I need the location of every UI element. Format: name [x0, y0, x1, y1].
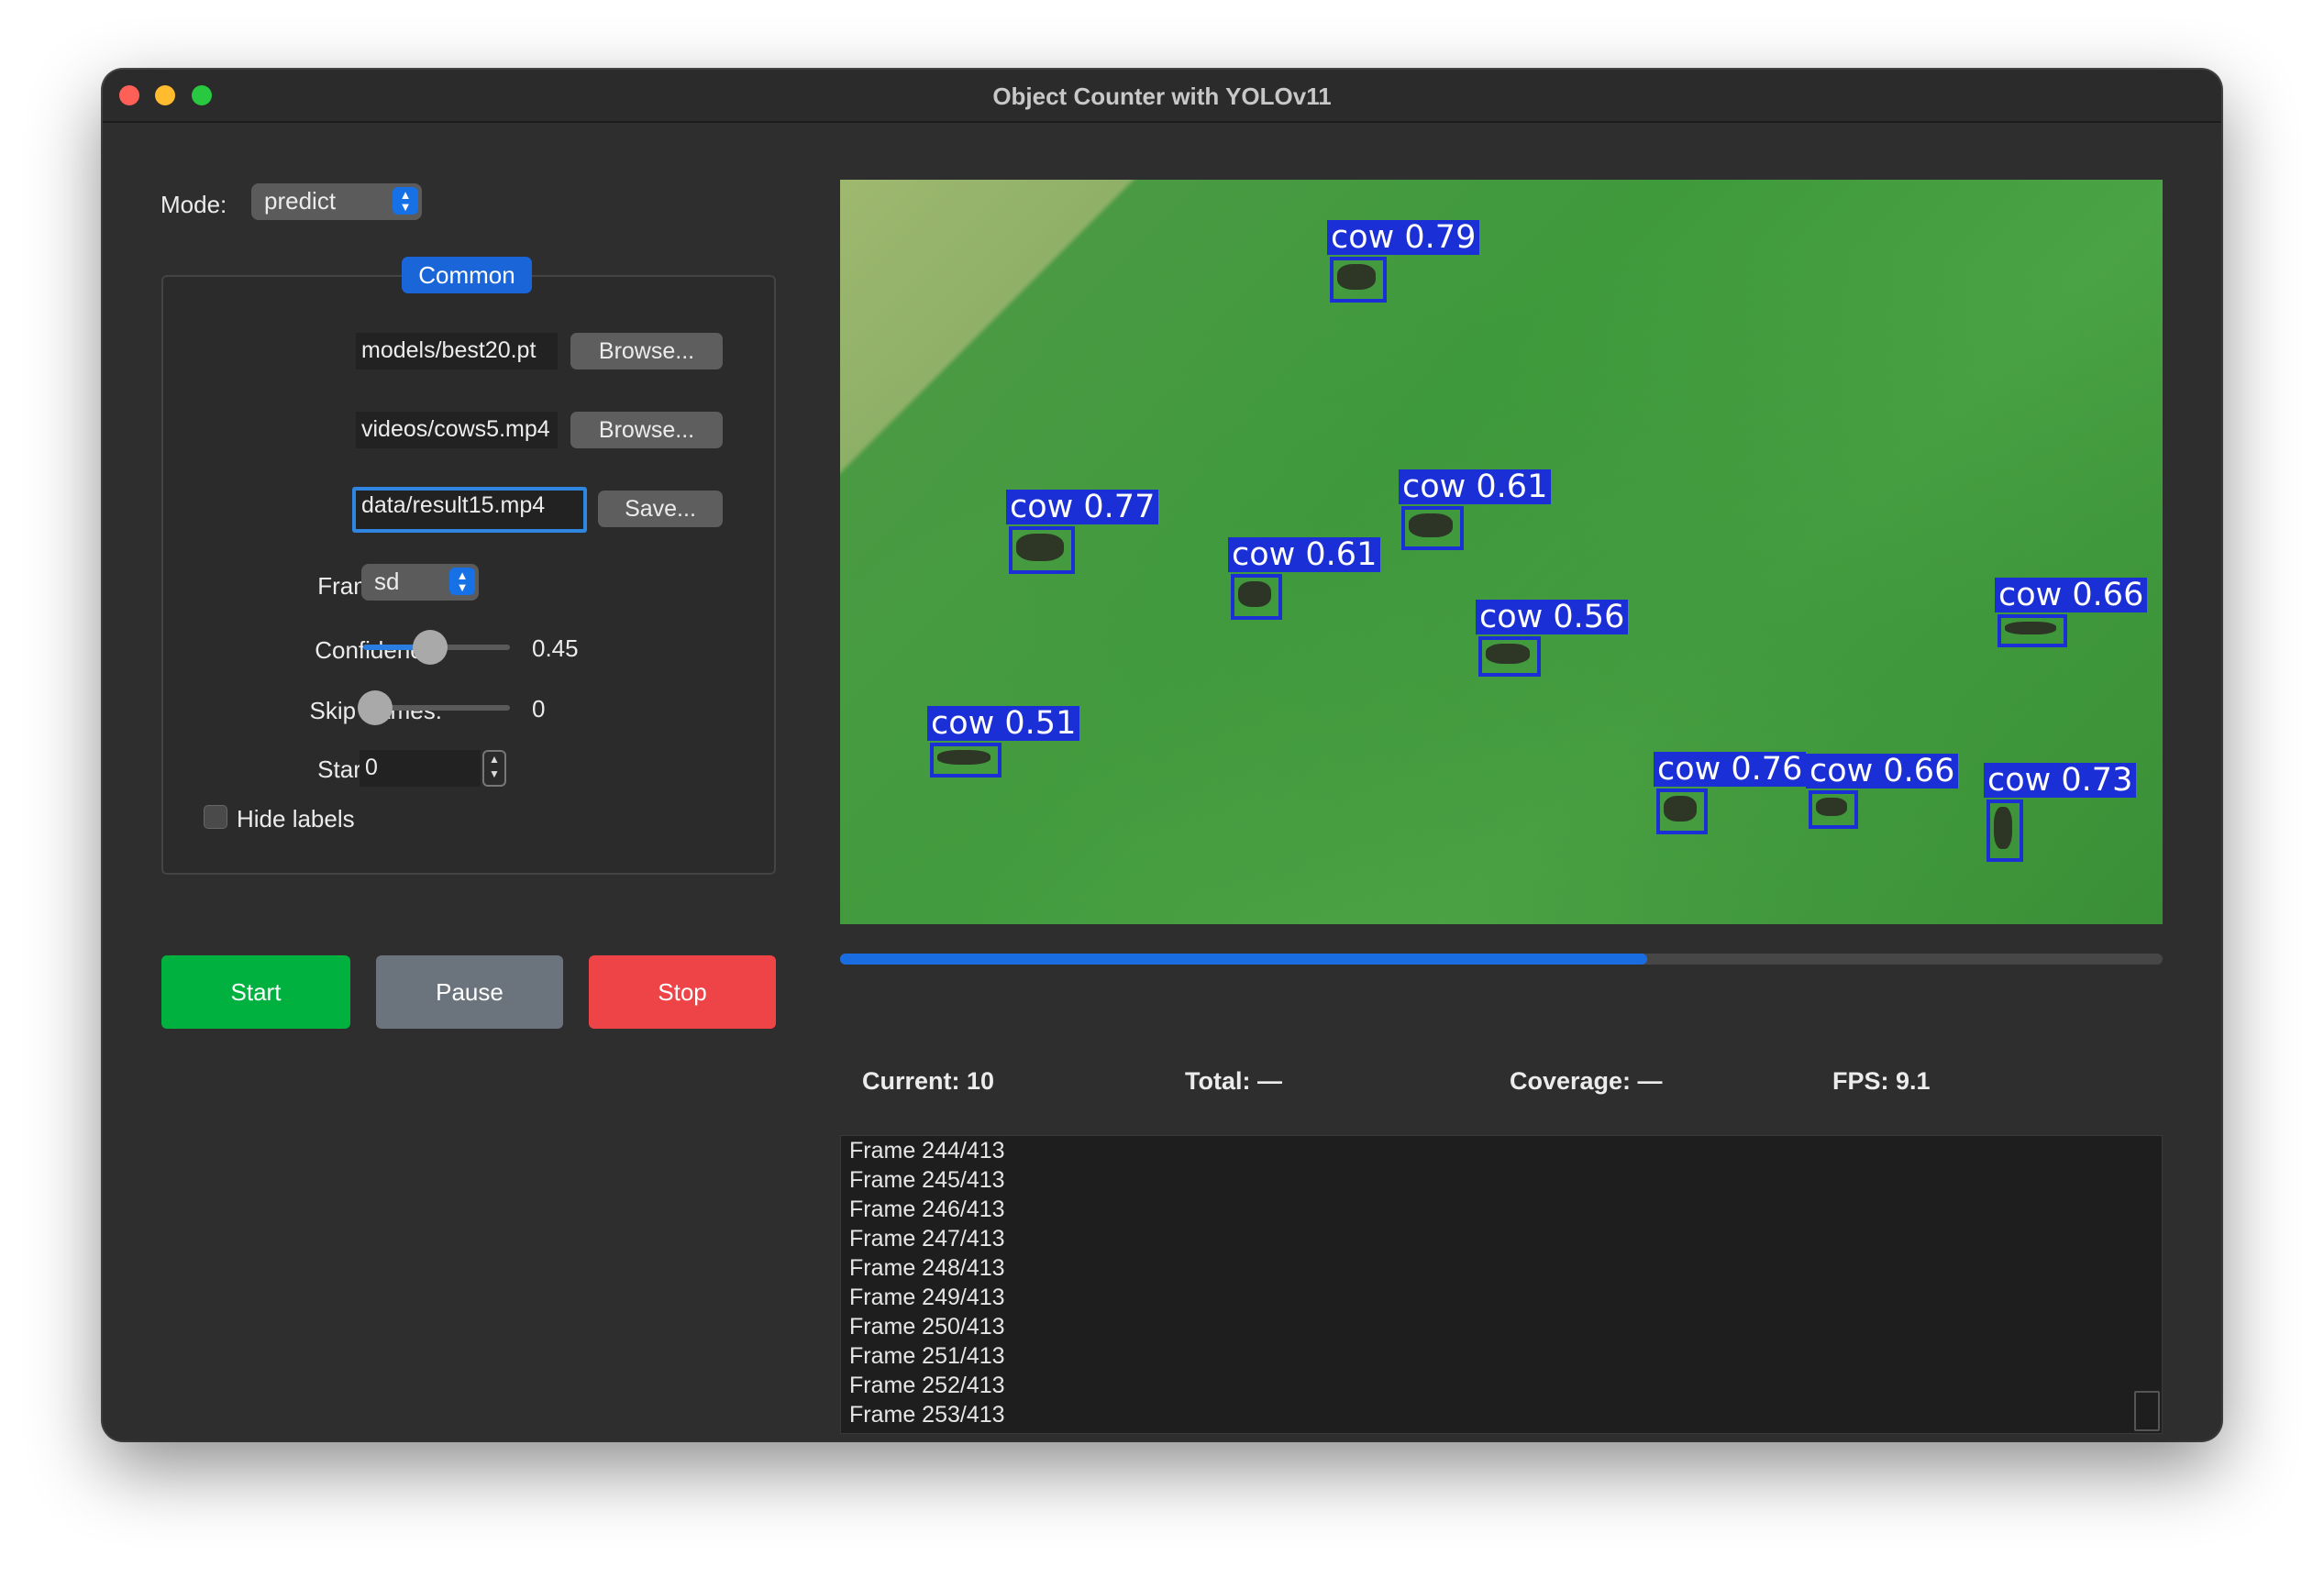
log-line: Frame 252/413 — [849, 1373, 1005, 1398]
cow-image — [1994, 807, 2012, 849]
window-title: Object Counter with YOLOv11 — [992, 83, 1332, 110]
frame-size-value: sd — [374, 568, 400, 595]
log-line: Frame 245/413 — [849, 1167, 1005, 1193]
video-browse-button[interactable]: Browse... — [570, 412, 723, 448]
cow-image — [1337, 264, 1376, 290]
confidence-label: Confidence: — [315, 636, 442, 664]
detection-label: cow 0.77 — [1006, 490, 1159, 524]
frame-size-select[interactable]: sd ▲ ▼ — [361, 564, 479, 601]
title-bar: Object Counter with YOLOv11 — [103, 70, 2221, 123]
log-line: Frame 247/413 — [849, 1226, 1005, 1252]
log-line: Frame 246/413 — [849, 1197, 1005, 1222]
pause-button[interactable]: Pause — [376, 955, 563, 1029]
detection-label: cow 0.56 — [1476, 600, 1629, 634]
log-scrollbar[interactable] — [2134, 1391, 2160, 1431]
hide-labels-label: Hide labels — [237, 805, 355, 833]
cow-image — [1816, 798, 1847, 816]
main-content: Mode: predict ▲▼ Common Model: models/be… — [103, 123, 2221, 1440]
detection-label: cow 0.79 — [1327, 220, 1480, 255]
skip-frames-label: Skip frames: — [309, 697, 443, 724]
mode-select-value: predict — [264, 187, 337, 215]
playback-progress — [840, 954, 2163, 965]
log-line: Frame 244/413 — [849, 1138, 1005, 1163]
current-count: Current: 10 — [862, 1067, 995, 1095]
cow-image — [1409, 513, 1453, 537]
model-browse-button[interactable]: Browse... — [570, 333, 723, 369]
mode-label: Mode: — [160, 191, 227, 218]
detection-label: cow 0.76 — [1654, 752, 1807, 787]
log-line: Frame 249/413 — [849, 1285, 1005, 1310]
detection-label: cow 0.73 — [1984, 763, 2137, 798]
stepper-icon[interactable]: ▲ ▼ — [482, 750, 506, 787]
cow-image — [1486, 644, 1530, 664]
output-save-button[interactable]: Save... — [598, 491, 723, 527]
detection-label: cow 0.66 — [1995, 578, 2148, 612]
cow-image — [1664, 796, 1697, 822]
video-path-field[interactable]: videos/cows5.mp4 — [356, 412, 558, 448]
model-path-field[interactable]: models/best20.pt — [356, 333, 558, 369]
log-line: Frame 253/413 — [849, 1402, 1005, 1428]
confidence-value: 0.45 — [532, 634, 579, 662]
skip-frames-slider-handle[interactable] — [358, 690, 393, 725]
start-button[interactable]: Start — [161, 955, 350, 1029]
common-group-title: Common — [402, 257, 532, 293]
detection-label: cow 0.51 — [927, 706, 1080, 741]
mode-select[interactable]: predict ▲ ▼ — [251, 183, 422, 220]
log-line: Frame 251/413 — [849, 1343, 1005, 1369]
start-frame-input[interactable]: 0 — [360, 750, 481, 787]
app-window: Object Counter with YOLOv11 Mode: predic… — [103, 70, 2221, 1440]
hide-labels-checkbox[interactable] — [204, 805, 227, 829]
cow-image — [937, 750, 990, 765]
updown-chevron-icon: ▲ ▼ — [449, 568, 475, 595]
detection-label: cow 0.61 — [1399, 469, 1552, 504]
total-count: Total: — — [1185, 1067, 1282, 1095]
updown-chevron-icon: ▲ ▼ — [393, 187, 418, 215]
detection-label: cow 0.61 — [1228, 537, 1381, 572]
cow-image — [1016, 534, 1064, 561]
playback-progress-fill — [840, 954, 1647, 965]
coverage-stat: Coverage: — — [1510, 1067, 1663, 1095]
cow-image — [2005, 622, 2056, 634]
stop-button[interactable]: Stop — [589, 955, 776, 1029]
output-path-field[interactable]: data/result15.mp4 — [352, 487, 587, 533]
log-line: Frame 248/413 — [849, 1255, 1005, 1281]
skip-frames-value: 0 — [532, 695, 546, 722]
log-line: Frame 250/413 — [849, 1314, 1005, 1340]
log-panel[interactable]: Frame 244/413 Frame 245/413 Frame 246/413 F… — [840, 1135, 2163, 1434]
cow-image — [1238, 581, 1271, 607]
fps-stat: FPS: 9.1 — [1832, 1067, 1931, 1095]
detection-label: cow 0.66 — [1806, 754, 1959, 788]
video-frame: cow 0.79 cow 0.77 cow 0.61 cow 0.61 cow 0.56… — [840, 180, 2163, 924]
